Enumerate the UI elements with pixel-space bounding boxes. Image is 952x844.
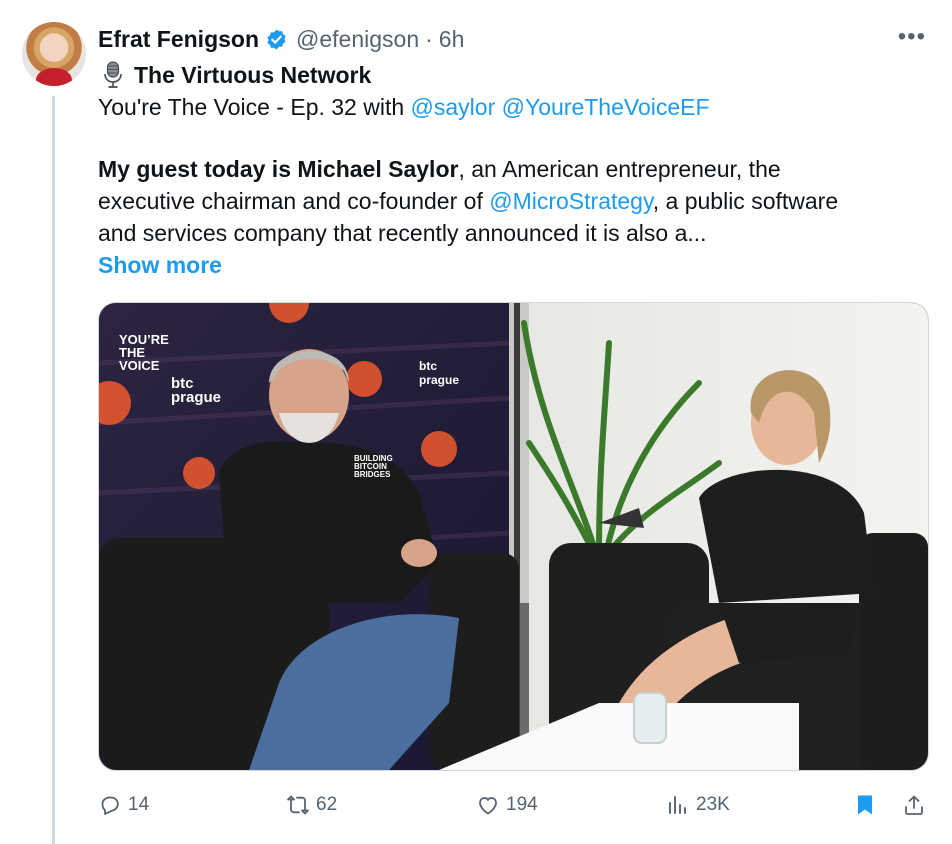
paragraph-line-3: and services company that recently annou…	[98, 220, 707, 246]
building-bitcoin-bridges-sign: BUILDING BITCOIN BRIDGES	[354, 455, 393, 479]
like-button[interactable]: 194	[476, 790, 538, 820]
community-line: The Virtuous Network	[98, 59, 918, 91]
youre-the-voice-logo: YOU’RE THE VOICE	[119, 333, 169, 372]
video-thumbnail[interactable]: YOU’RE THE VOICE btc prague btc prague B…	[98, 302, 929, 771]
bookmark-button[interactable]	[853, 790, 883, 820]
tweet-text: The Virtuous Network You're The Voice - …	[98, 59, 918, 281]
btc-prague-sign-1: btc prague	[171, 376, 222, 406]
community-name[interactable]: The Virtuous Network	[134, 59, 371, 91]
tweet-header: Efrat Fenigson @efenigson · 6h	[98, 24, 464, 54]
repost-button[interactable]: 62	[286, 790, 337, 820]
like-icon	[479, 797, 497, 815]
episode-line: You're The Voice - Ep. 32 with @saylor @…	[98, 91, 918, 123]
show-more-link[interactable]: Show more	[98, 249, 918, 281]
episode-text: You're The Voice - Ep. 32 with	[98, 94, 411, 120]
guest-intro-bold: My guest today is Michael Saylor	[98, 156, 459, 182]
logo-line-3: VOICE	[119, 358, 160, 373]
more-icon[interactable]: •••	[898, 25, 926, 49]
sign-prague-1: prague	[171, 389, 222, 406]
reply-icon	[101, 796, 119, 815]
share-icon	[905, 795, 923, 815]
mention-microstrategy[interactable]: @MicroStrategy	[489, 188, 653, 214]
bookmark-icon	[858, 795, 872, 815]
reply-button[interactable]: 14	[98, 790, 149, 820]
paragraph-line-2-rest: , a public software	[652, 188, 839, 214]
mention-saylor[interactable]: @saylor	[411, 94, 496, 120]
microphone-icon	[104, 61, 122, 88]
like-count: 194	[506, 794, 538, 815]
views-button[interactable]: 23K	[666, 790, 730, 820]
author-handle[interactable]: @efenigson	[296, 26, 419, 53]
tweet-timestamp[interactable]: 6h	[439, 26, 465, 53]
verified-badge-icon	[267, 28, 286, 50]
separator-dot: ·	[425, 25, 433, 52]
paragraph-line-2: executive chairman and co-founder of @Mi…	[98, 185, 918, 217]
thread-line	[52, 96, 55, 844]
action-bar: 14 62 194 23K	[98, 790, 930, 820]
paragraph-line-1-rest: , an American entrepreneur, the	[458, 156, 781, 182]
sign-bridges: BRIDGES	[354, 470, 391, 479]
paragraph-line-1: My guest today is Michael Saylor, an Ame…	[98, 153, 918, 185]
mention-youretheVoice[interactable]: @YoureTheVoiceEF	[502, 94, 710, 120]
repost-icon	[287, 795, 309, 815]
btc-prague-sign-2: btc prague	[419, 359, 459, 387]
avatar[interactable]	[22, 22, 86, 86]
views-icon	[669, 796, 686, 814]
reply-count: 14	[128, 794, 150, 815]
author-display-name[interactable]: Efrat Fenigson	[98, 26, 259, 53]
share-button[interactable]	[902, 790, 932, 820]
sign-prague-2: prague	[419, 373, 460, 387]
video-frame-illustration	[99, 303, 928, 770]
tweet-card[interactable]: Efrat Fenigson @efenigson · 6h ••• The V…	[0, 0, 952, 844]
views-count: 23K	[696, 794, 730, 815]
sign-btc-2: btc	[419, 359, 437, 373]
repost-count: 62	[316, 794, 338, 815]
paragraph-line-2-prefix: executive chairman and co-founder of	[98, 188, 490, 214]
